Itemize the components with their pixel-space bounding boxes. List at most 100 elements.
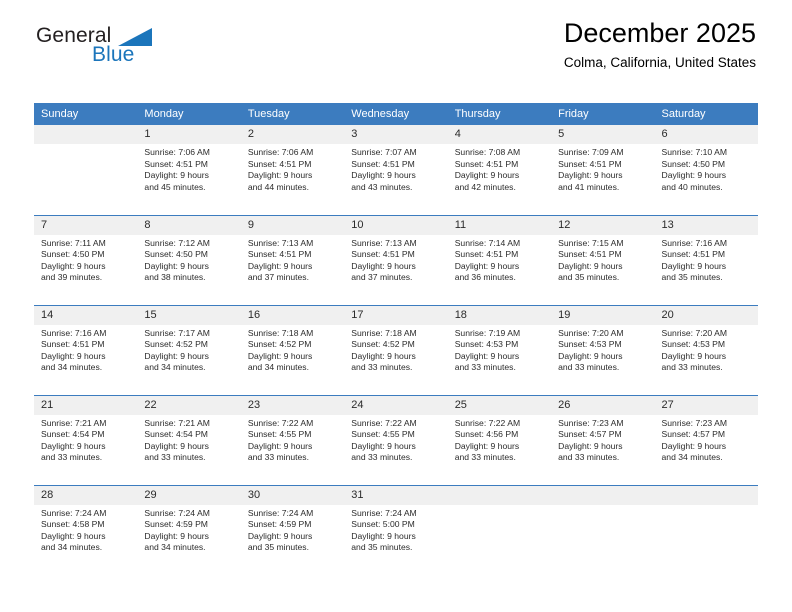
calendar-day-cell[interactable]: 26 Sunrise: 7:23 AM Sunset: 4:57 PM Dayligh… — [551, 394, 655, 485]
day-number: 20 — [654, 305, 758, 325]
daylight-duration-cont: and 39 minutes. — [41, 272, 103, 283]
daylight-duration: Daylight: 9 hours — [144, 170, 209, 181]
sunset-time: Sunset: 4:54 PM — [41, 429, 105, 440]
calendar-day-cell[interactable]: 12 Sunrise: 7:15 AM Sunset: 4:51 PM Dayligh… — [551, 214, 655, 305]
day-details: Sunrise: 7:07 AM Sunset: 4:51 PM Daylight:… — [344, 144, 447, 193]
calendar-day-cell[interactable]: 22 Sunrise: 7:21 AM Sunset: 4:54 PM Dayligh… — [137, 394, 241, 485]
calendar-cell-inner: 10 Sunrise: 7:13 AM Sunset: 4:51 PM Dayligh… — [344, 215, 448, 305]
calendar-cell-inner: 19 Sunrise: 7:20 AM Sunset: 4:53 PM Dayligh… — [551, 305, 655, 395]
calendar-day-cell[interactable]: 5 Sunrise: 7:09 AM Sunset: 4:51 PM Daylight… — [551, 125, 655, 215]
page-title: December 2025 — [563, 18, 756, 48]
calendar-day-cell[interactable]: 24 Sunrise: 7:22 AM Sunset: 4:55 PM Dayligh… — [344, 394, 448, 485]
daylight-duration: Daylight: 9 hours — [144, 350, 209, 361]
calendar-week-row: 21 Sunrise: 7:21 AM Sunset: 4:54 PM Dayligh… — [34, 394, 758, 485]
sunrise-time: Sunrise: 7:19 AM — [454, 327, 521, 338]
daylight-duration-cont: and 34 minutes. — [144, 362, 206, 373]
daylight-duration-cont: and 35 minutes. — [661, 272, 723, 283]
sunset-time: Sunset: 4:58 PM — [41, 519, 105, 530]
day-details: Sunrise: 7:15 AM Sunset: 4:51 PM Daylight:… — [551, 235, 654, 284]
calendar-day-cell[interactable]: 8 Sunrise: 7:12 AM Sunset: 4:50 PM Daylight… — [137, 214, 241, 305]
sunrise-time: Sunrise: 7:10 AM — [661, 147, 727, 157]
sunrise-time: Sunrise: 7:18 AM — [351, 327, 417, 338]
sunset-time: Sunset: 4:54 PM — [144, 429, 208, 440]
daylight-duration: Daylight: 9 hours — [661, 170, 727, 181]
calendar-day-cell[interactable]: 6 Sunrise: 7:10 AM Sunset: 4:50 PM Daylight… — [654, 125, 758, 215]
calendar-cell-inner: 4 Sunrise: 7:08 AM Sunset: 4:51 PM Daylight… — [447, 125, 552, 215]
daylight-duration: Daylight: 9 hours — [41, 530, 106, 541]
daylight-duration: Daylight: 9 hours — [661, 350, 727, 361]
sunset-time: Sunset: 4:51 PM — [351, 249, 415, 260]
calendar-day-cell[interactable]: 16 Sunrise: 7:18 AM Sunset: 4:52 PM Dayligh… — [240, 304, 345, 395]
day-details: Sunrise: 7:22 AM Sunset: 4:56 PM Daylight:… — [448, 415, 551, 464]
day-number: 9 — [240, 215, 345, 235]
day-number: 11 — [447, 215, 552, 235]
daylight-duration-cont: and 33 minutes. — [144, 452, 206, 463]
calendar-day-cell[interactable]: 18 Sunrise: 7:19 AM Sunset: 4:53 PM Dayligh… — [447, 304, 552, 395]
calendar-week-row: 7 Sunrise: 7:11 AM Sunset: 4:50 PM Daylight… — [34, 214, 758, 305]
day-number: 16 — [240, 305, 345, 325]
calendar-day-cell[interactable]: 13 Sunrise: 7:16 AM Sunset: 4:51 PM Dayligh… — [654, 214, 758, 305]
calendar-cell-inner: 12 Sunrise: 7:15 AM Sunset: 4:51 PM Dayligh… — [551, 215, 655, 305]
calendar-day-cell[interactable]: 15 Sunrise: 7:17 AM Sunset: 4:52 PM Dayligh… — [137, 304, 241, 395]
calendar-day-cell[interactable]: 27 Sunrise: 7:23 AM Sunset: 4:57 PM Dayligh… — [654, 394, 758, 485]
calendar-day-cell[interactable]: 29 Sunrise: 7:24 AM Sunset: 4:59 PM Dayligh… — [137, 484, 241, 575]
daylight-duration-cont: and 33 minutes. — [454, 362, 516, 373]
sunset-time: Sunset: 4:51 PM — [558, 158, 622, 169]
sunset-time: Sunset: 4:52 PM — [351, 339, 415, 350]
calendar-cell-inner: 16 Sunrise: 7:18 AM Sunset: 4:52 PM Dayligh… — [240, 305, 345, 395]
calendar-day-cell[interactable]: 23 Sunrise: 7:22 AM Sunset: 4:55 PM Dayligh… — [240, 394, 345, 485]
calendar-cell-inner: 28 Sunrise: 7:24 AM Sunset: 4:58 PM Dayligh… — [34, 485, 138, 576]
calendar-day-cell[interactable]: 31 Sunrise: 7:24 AM Sunset: 5:00 PM Dayligh… — [344, 484, 448, 575]
calendar-day-cell[interactable]: 4 Sunrise: 7:08 AM Sunset: 4:51 PM Daylight… — [447, 125, 552, 215]
sunrise-time: Sunrise: 7:18 AM — [247, 327, 314, 338]
title-block: December 2025 Colma, California, United … — [564, 16, 756, 73]
daylight-duration-cont: and 33 minutes. — [454, 452, 516, 463]
day-number: 17 — [344, 305, 448, 325]
daylight-duration: Daylight: 9 hours — [247, 260, 313, 271]
daylight-duration: Daylight: 9 hours — [351, 530, 416, 541]
sunset-time: Sunset: 4:53 PM — [661, 339, 726, 350]
daylight-duration-cont: and 33 minutes. — [351, 362, 413, 373]
calendar-day-cell[interactable]: 1 Sunrise: 7:06 AM Sunset: 4:51 PM Daylight… — [137, 125, 241, 215]
calendar-day-cell[interactable]: 21 Sunrise: 7:21 AM Sunset: 4:54 PM Dayligh… — [34, 394, 138, 485]
calendar-day-cell[interactable]: 30 Sunrise: 7:24 AM Sunset: 4:59 PM Dayligh… — [240, 484, 345, 575]
calendar-day-cell[interactable]: 7 Sunrise: 7:11 AM Sunset: 4:50 PM Daylight… — [34, 214, 138, 305]
day-details: Sunrise: 7:18 AM Sunset: 4:52 PM Daylight:… — [344, 325, 447, 374]
day-number — [654, 485, 758, 505]
daylight-duration-cont: and 36 minutes. — [454, 272, 516, 283]
calendar-week-row: 1 Sunrise: 7:06 AM Sunset: 4:51 PM Daylight… — [34, 125, 758, 215]
sunset-time: Sunset: 4:51 PM — [144, 158, 208, 169]
sunset-time: Sunset: 4:50 PM — [41, 249, 105, 260]
calendar-day-cell[interactable]: 14 Sunrise: 7:16 AM Sunset: 4:51 PM Dayligh… — [34, 304, 138, 395]
sunrise-time: Sunrise: 7:13 AM — [247, 237, 314, 248]
calendar-cell-inner: 22 Sunrise: 7:21 AM Sunset: 4:54 PM Dayligh… — [137, 395, 241, 485]
calendar-day-cell[interactable]: 20 Sunrise: 7:20 AM Sunset: 4:53 PM Dayligh… — [654, 304, 758, 395]
calendar-day-cell[interactable]: 25 Sunrise: 7:22 AM Sunset: 4:56 PM Dayligh… — [447, 394, 552, 485]
day-details: Sunrise: 7:22 AM Sunset: 4:55 PM Daylight:… — [344, 415, 447, 464]
calendar-day-cell[interactable]: 11 Sunrise: 7:14 AM Sunset: 4:51 PM Dayligh… — [447, 214, 552, 305]
day-details: Sunrise: 7:11 AM Sunset: 4:50 PM Daylight:… — [34, 235, 137, 284]
calendar-day-cell[interactable]: 2 Sunrise: 7:06 AM Sunset: 4:51 PM Daylight… — [240, 125, 345, 215]
calendar-day-cell[interactable]: 9 Sunrise: 7:13 AM Sunset: 4:51 PM Daylight… — [240, 214, 345, 305]
sunset-time: Sunset: 4:50 PM — [144, 249, 208, 260]
calendar-day-cell[interactable]: 19 Sunrise: 7:20 AM Sunset: 4:53 PM Dayligh… — [551, 304, 655, 395]
sunset-time: Sunset: 4:59 PM — [144, 519, 208, 530]
brand-logo[interactable]: General Blue — [36, 24, 216, 72]
calendar-cell-inner: 23 Sunrise: 7:22 AM Sunset: 4:55 PM Dayligh… — [240, 395, 345, 485]
daylight-duration: Daylight: 9 hours — [247, 170, 313, 181]
calendar-day-cell[interactable]: 10 Sunrise: 7:13 AM Sunset: 4:51 PM Dayligh… — [344, 214, 448, 305]
weekday-header-monday: Monday — [137, 103, 241, 125]
daylight-duration-cont: and 37 minutes. — [247, 272, 309, 283]
sunrise-time: Sunrise: 7:06 AM — [144, 147, 210, 157]
calendar-cell-inner — [654, 485, 758, 576]
calendar-cell-empty — [34, 125, 138, 215]
day-number: 1 — [137, 125, 241, 144]
day-number: 19 — [551, 305, 655, 325]
day-number: 30 — [240, 485, 345, 505]
daylight-duration-cont: and 44 minutes. — [247, 181, 309, 192]
calendar-day-cell[interactable]: 3 Sunrise: 7:07 AM Sunset: 4:51 PM Daylight… — [344, 125, 448, 215]
calendar-cell-empty — [551, 484, 655, 575]
sunrise-time: Sunrise: 7:23 AM — [661, 417, 727, 428]
calendar-day-cell[interactable]: 17 Sunrise: 7:18 AM Sunset: 4:52 PM Dayligh… — [344, 304, 448, 395]
calendar-day-cell[interactable]: 28 Sunrise: 7:24 AM Sunset: 4:58 PM Dayligh… — [34, 484, 138, 576]
